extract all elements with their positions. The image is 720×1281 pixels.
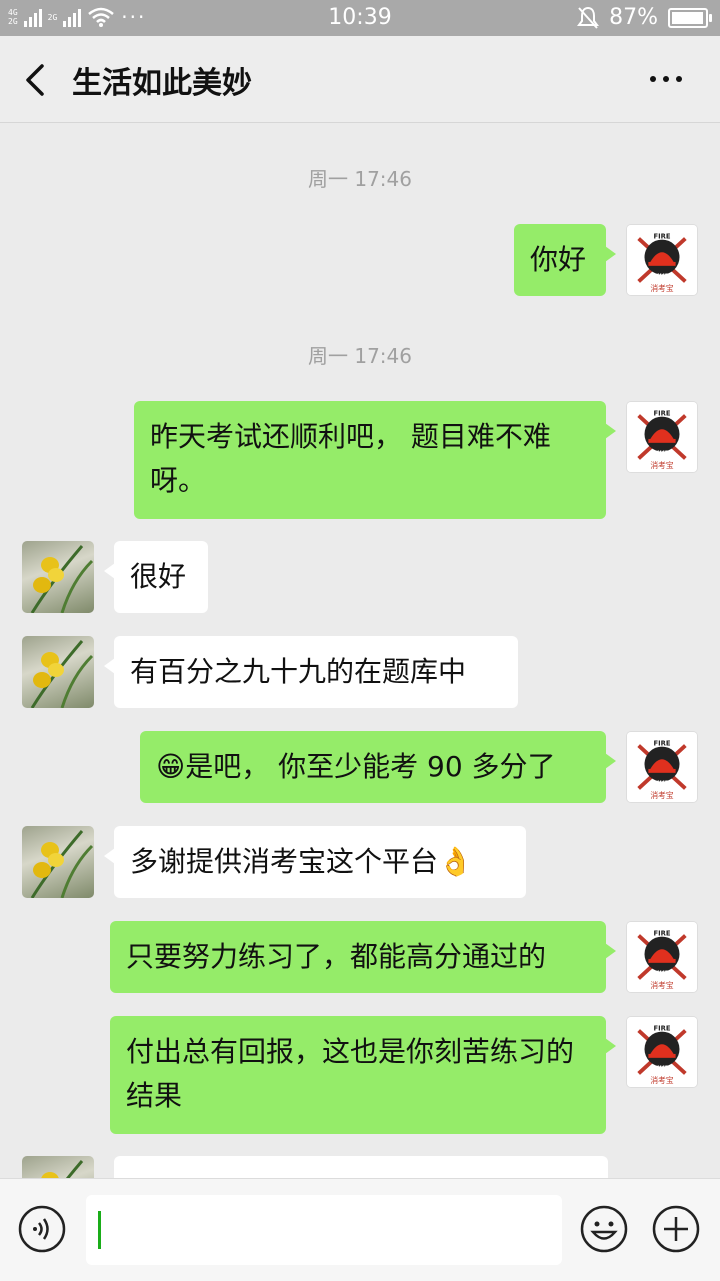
my-avatar[interactable]: FIRE XKB 消考宝 (626, 224, 698, 296)
fire-logo-icon: FIRE XKB 消考宝 (627, 402, 697, 472)
status-bar: 4G 2G 2G ··· 10:39 87% (0, 0, 720, 36)
flower-avatar-icon (30, 640, 94, 708)
svg-text:FIRE: FIRE (653, 233, 670, 241)
my-avatar[interactable]: FIRE XKB 消考宝 (626, 921, 698, 993)
svg-text:消考宝: 消考宝 (650, 460, 674, 470)
my-avatar[interactable]: FIRE XKB 消考宝 (626, 731, 698, 803)
svg-text:FIRE: FIRE (653, 1025, 670, 1033)
contact-avatar[interactable] (22, 636, 94, 708)
plus-icon[interactable] (652, 1205, 700, 1253)
contact-avatar[interactable] (22, 1156, 94, 1178)
svg-text:消考宝: 消考宝 (650, 790, 674, 800)
incoming-message[interactable]: 多谢提供消考宝这个平台👌 (104, 826, 526, 898)
battery-percent: 87% (609, 5, 658, 30)
message-text: 你好 (530, 243, 587, 276)
emoji-icon[interactable] (580, 1205, 628, 1253)
voice-icon[interactable] (18, 1205, 66, 1253)
fire-logo-icon: FIRE XKB 消考宝 (627, 922, 697, 992)
fire-logo-icon: FIRE XKB 消考宝 (627, 1017, 697, 1087)
message-input[interactable] (86, 1195, 562, 1265)
message-text: 多谢提供消考宝这个平台 (130, 845, 439, 878)
contact-avatar[interactable] (22, 826, 94, 898)
chat-header: 生活如此美妙 (0, 36, 720, 123)
outgoing-message[interactable]: 付出总有回报，这也是你刻苦练习的结果 (110, 1016, 616, 1134)
svg-text:消考宝: 消考宝 (650, 1075, 674, 1085)
message-list: 周一 17:46 你好 FIRE XKB 消考宝 周一 17:46 昨天考试还顺… (0, 123, 720, 1178)
flower-avatar-icon (41, 1160, 84, 1178)
outgoing-message[interactable]: 只要努力练习了，都能高分通过的 (110, 921, 616, 993)
battery-fill (672, 11, 704, 24)
mute-bell-icon (577, 6, 600, 29)
outgoing-message[interactable]: 😁是吧， 你至少能考 90 多分了 (140, 731, 616, 803)
svg-text:XKB: XKB (654, 1064, 670, 1072)
text-cursor (98, 1211, 101, 1249)
timestamp: 周一 17:46 (308, 344, 412, 368)
fire-logo-icon: FIRE XKB 消考宝 (627, 732, 697, 802)
grin-emoji-icon: 😁 (156, 750, 186, 783)
message-text: 昨天考试还顺利吧， 题目难不难呀。 (150, 420, 551, 497)
message-text: 付出总有回报，这也是你刻苦练习的结果 (126, 1035, 575, 1112)
outgoing-message[interactable]: 你好 (514, 224, 616, 296)
input-bar (0, 1178, 720, 1281)
flower-avatar-icon (30, 545, 94, 613)
svg-text:FIRE: FIRE (653, 740, 670, 748)
svg-text:XKB: XKB (654, 779, 670, 787)
my-avatar[interactable]: FIRE XKB 消考宝 (626, 1016, 698, 1088)
contact-avatar[interactable] (22, 541, 94, 613)
flower-avatar-icon (30, 830, 94, 898)
svg-text:FIRE: FIRE (653, 930, 670, 938)
svg-text:XKB: XKB (654, 969, 670, 977)
timestamp: 周一 17:46 (308, 167, 412, 191)
svg-text:消考宝: 消考宝 (650, 283, 674, 293)
ok-hand-emoji-icon: 👌 (438, 845, 473, 878)
fire-logo-icon: FIRE XKB 消考宝 (627, 225, 697, 295)
svg-text:XKB: XKB (654, 272, 670, 280)
svg-text:XKB: XKB (654, 449, 670, 457)
chevron-left-icon[interactable] (18, 60, 54, 100)
my-avatar[interactable]: FIRE XKB 消考宝 (626, 401, 698, 473)
chat-title: 生活如此美妙 (72, 66, 252, 101)
message-text: 只要努力练习了，都能高分通过的 (126, 940, 547, 973)
incoming-message[interactable]: 很好 (104, 541, 208, 613)
outgoing-message[interactable]: 昨天考试还顺利吧， 题目难不难呀。 (134, 401, 616, 519)
incoming-message[interactable]: 有百分之九十九的在题库中 (104, 636, 518, 708)
svg-text:FIRE: FIRE (653, 410, 670, 418)
incoming-message[interactable] (114, 1156, 608, 1178)
more-dots-icon[interactable] (650, 64, 690, 94)
message-text: 有百分之九十九的在题库中 (130, 655, 467, 688)
message-text: 是吧， 你至少能考 90 多分了 (185, 750, 556, 783)
status-bar-right: 87% (577, 5, 712, 30)
svg-text:消考宝: 消考宝 (650, 980, 674, 990)
message-text: 很好 (130, 560, 187, 593)
battery-icon (668, 7, 712, 28)
